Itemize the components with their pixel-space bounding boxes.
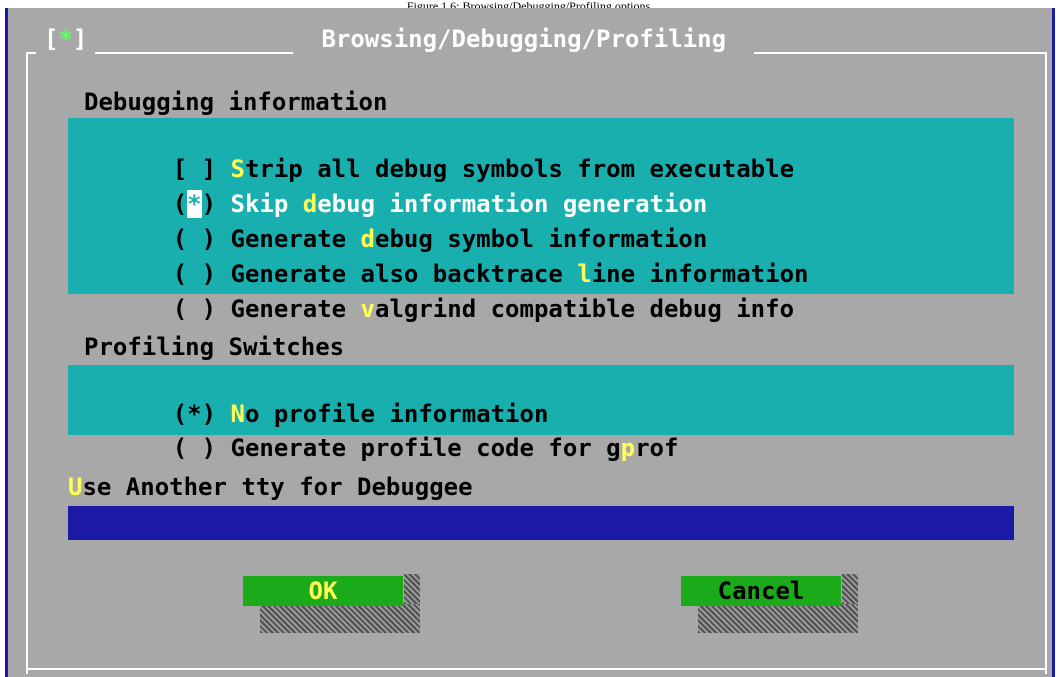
- option-valgrind-debug-info[interactable]: ( ) Generate valgrind compatible debug i…: [86, 261, 794, 323]
- option-backtrace-line-info[interactable]: ( ) Generate also backtrace line informa…: [86, 226, 809, 288]
- option-debug-symbol-info[interactable]: ( ) Generate debug symbol information: [86, 191, 708, 253]
- dialog-title: Browsing/Debugging/Profiling: [293, 23, 755, 55]
- debugging-heading: Debugging information: [84, 88, 388, 116]
- cancel-button-shadow: [698, 603, 858, 633]
- profiling-heading: Profiling Switches: [84, 333, 345, 361]
- ok-button[interactable]: OK: [243, 576, 403, 606]
- close-icon: *: [58, 25, 73, 53]
- cancel-button-shadow-side: [842, 574, 858, 604]
- ok-button-shadow: [260, 603, 420, 633]
- ok-button-shadow-side: [404, 574, 420, 604]
- options-dialog: [*] Browsing/Debugging/Profiling Debuggi…: [5, 8, 1055, 677]
- debugging-options-group: [ ] Strip all debug symbols from executa…: [68, 118, 1014, 323]
- option-gprof[interactable]: ( ) Generate profile code for gprof: [86, 400, 679, 462]
- tty-label: Use Another tty for Debuggee: [68, 473, 473, 501]
- radio-button[interactable]: ( ): [173, 434, 231, 462]
- tty-input[interactable]: [68, 506, 1014, 540]
- dialog-frame-bottom: [26, 668, 1047, 670]
- radio-button[interactable]: ( ): [173, 295, 231, 323]
- option-skip-debug-info[interactable]: (*) Skip debug information generation: [86, 156, 707, 218]
- cancel-button[interactable]: Cancel: [681, 576, 841, 606]
- option-strip-symbols[interactable]: [ ] Strip all debug symbols from executa…: [86, 121, 794, 183]
- option-no-profile[interactable]: (*) No profile information: [86, 366, 549, 428]
- profiling-options-group: (*) No profile information ( ) Generate …: [68, 365, 1014, 462]
- close-button[interactable]: [*]: [36, 23, 96, 55]
